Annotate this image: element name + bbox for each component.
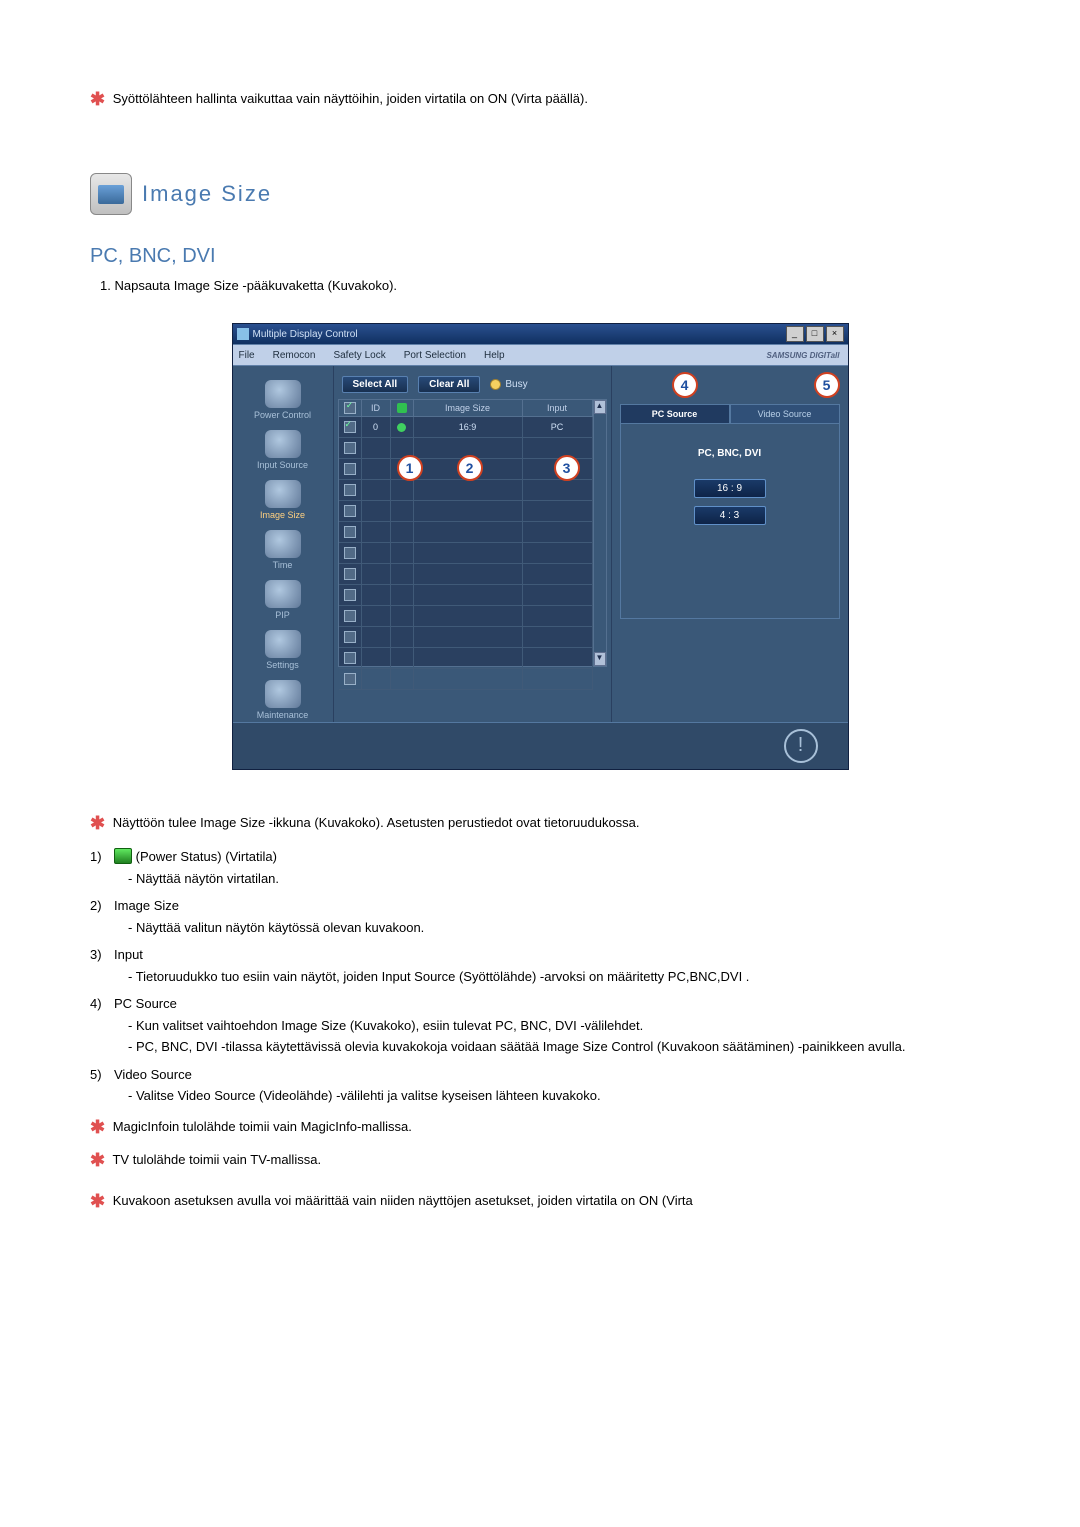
top-note-text: Syöttölähteen hallinta vaikuttaa vain nä… [113,91,588,106]
minimize-button[interactable]: _ [786,326,804,342]
note-magicinfo: ✱ MagicInfoin tulolähde toimii vain Magi… [90,1114,990,1141]
grid-row-empty [339,480,593,501]
legend-item-5: Video Source - Valitse Video Source (Vid… [90,1065,990,1106]
row-id: 0 [362,417,391,437]
grid-row-empty [339,522,593,543]
legend-item-3: Input - Tietoruudukko tuo esiin vain näy… [90,945,990,986]
menubar: File Remocon Safety Lock Port Selection … [233,345,848,366]
busy-indicator: Busy [490,379,527,390]
row-image-size: 16:9 [414,417,523,437]
busy-dot-icon [490,379,501,390]
ratio-16-9-button[interactable]: 16 : 9 [694,479,766,498]
grid-row-empty [339,543,593,564]
grid-row-empty [339,501,593,522]
menu-remocon[interactable]: Remocon [273,350,316,361]
subheading: PC, BNC, DVI [90,245,990,268]
menu-safetylock[interactable]: Safety Lock [333,350,385,361]
titlebar: Multiple Display Control _ □ × [233,324,848,345]
select-all-button[interactable]: Select All [342,376,409,393]
note-tv: ✱ TV tulolähde toimii vain TV-mallissa. [90,1147,990,1174]
marker-2: 2 [457,455,483,481]
legend-list: (Power Status) (Virtatila) - Näyttää näy… [90,847,990,1106]
tab-pc-source[interactable]: PC Source [620,404,730,423]
menu-help[interactable]: Help [484,350,505,361]
image-size-section-icon [90,173,132,215]
display-grid: ID Image Size Input 0 16:9 PC [338,399,607,667]
grid-row-0[interactable]: 0 16:9 PC [339,417,593,438]
restore-button[interactable]: □ [806,326,824,342]
desc-note: ✱ Näyttöön tulee Image Size -ikkuna (Kuv… [90,810,990,837]
close-button[interactable]: × [826,326,844,342]
right-panel: 4 5 PC Source Video Source PC, BNC, DVI … [611,366,848,722]
grid-row-empty [339,564,593,585]
clear-all-button[interactable]: Clear All [418,376,480,393]
row-power-icon [391,417,414,437]
row-input: PC [523,417,593,437]
section-title: Image Size [142,181,272,207]
brand-label: SAMSUNG DIGITall [766,351,839,360]
step-1-text: Napsauta Image Size -pääkuvaketta (Kuvak… [114,278,397,293]
app-screenshot: Multiple Display Control _ □ × File Remo… [232,323,849,770]
top-note: ✱ Syöttölähteen hallinta vaikuttaa vain … [90,86,990,113]
marker-5: 5 [814,372,840,398]
sidebar-item-image-size[interactable]: Image Size [248,476,318,522]
star-icon: ✱ [90,1150,105,1170]
legend-item-4: PC Source - Kun valitset vaihtoehdon Ima… [90,994,990,1057]
grid-row-empty [339,669,593,690]
star-icon: ✱ [90,813,105,833]
sidebar-item-maintenance[interactable]: Maintenance [248,676,318,722]
scroll-down-button[interactable]: ▼ [594,652,606,666]
panel-source-label: PC, BNC, DVI [621,448,839,459]
marker-4: 4 [672,372,698,398]
note-bottom: ✱ Kuvakoon asetuksen avulla voi määrittä… [90,1188,990,1215]
scroll-up-button[interactable]: ▲ [594,400,606,414]
col-header-checkbox[interactable] [339,400,362,416]
star-icon: ✱ [90,89,105,109]
col-header-image-size[interactable]: Image Size [414,400,523,416]
legend-item-2: Image Size - Näyttää valitun näytön käyt… [90,896,990,937]
star-icon: ✱ [90,1191,105,1211]
marker-3: 3 [554,455,580,481]
tab-video-source[interactable]: Video Source [730,404,840,423]
sidebar-item-input-source[interactable]: Input Source [248,426,318,472]
ratio-4-3-button[interactable]: 4 : 3 [694,506,766,525]
row-checkbox[interactable] [344,421,356,433]
grid-row-empty [339,648,593,669]
marker-1: 1 [397,455,423,481]
step-1: 1. Napsauta Image Size -pääkuvaketta (Ku… [100,278,990,293]
sidebar-item-pip[interactable]: PIP [248,576,318,622]
star-icon: ✱ [90,1117,105,1137]
menu-file[interactable]: File [239,350,255,361]
sidebar-item-power-control[interactable]: Power Control [248,376,318,422]
grid-row-empty [339,606,593,627]
legend-item-1: (Power Status) (Virtatila) - Näyttää näy… [90,847,990,888]
grid-scrollbar[interactable]: ▲ ▼ [593,400,606,666]
menu-portselection[interactable]: Port Selection [404,350,466,361]
info-icon[interactable]: ! [784,729,818,763]
sidebar-item-settings[interactable]: Settings [248,626,318,672]
app-icon [237,328,249,340]
grid-row-empty [339,585,593,606]
window-title: Multiple Display Control [253,329,358,340]
grid-row-empty [339,627,593,648]
sidebar-item-time[interactable]: Time [248,526,318,572]
status-bar: ! [233,722,848,769]
col-header-power-icon [391,400,414,416]
col-header-input[interactable]: Input [523,400,593,416]
power-status-icon [114,848,132,864]
sidebar: Power Control Input Source Image Size Ti… [233,366,334,722]
col-header-id[interactable]: ID [362,400,391,416]
